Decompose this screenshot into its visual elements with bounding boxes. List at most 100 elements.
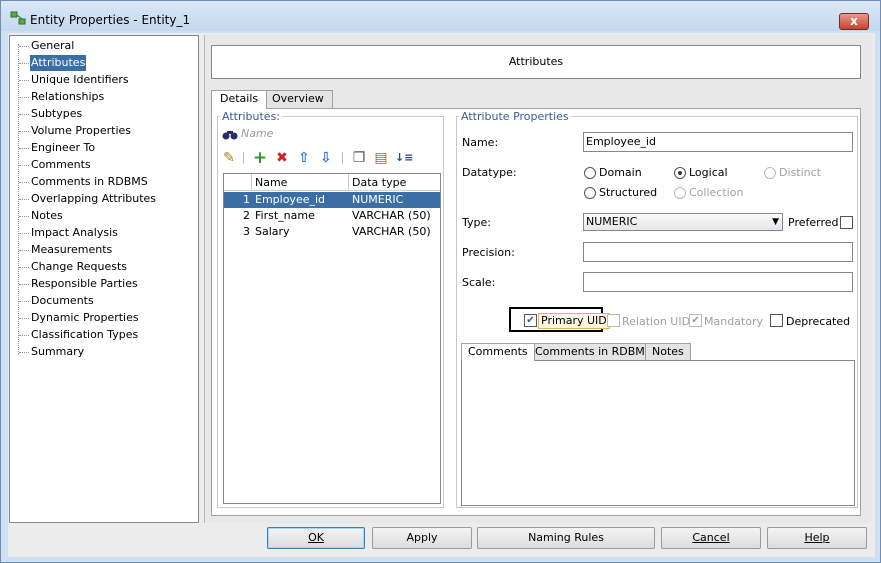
radio-distinct[interactable] [764, 167, 776, 179]
close-button[interactable]: x [839, 13, 869, 30]
nav-item-impact-analysis[interactable]: Impact Analysis [30, 225, 119, 241]
copy-icon[interactable]: ❐ [351, 150, 367, 166]
precision-label: Precision: [462, 246, 515, 259]
column-header-number [224, 174, 252, 191]
nav-item-summary[interactable]: Summary [30, 344, 85, 360]
table-cell-num: 3 [243, 225, 250, 238]
nav-item-documents[interactable]: Documents [30, 293, 95, 309]
table-row[interactable]: 3 Salary VARCHAR (50) [224, 224, 440, 240]
sort-icon[interactable]: ↓≡ [395, 150, 413, 166]
preferred-checkbox[interactable] [840, 216, 853, 229]
nav-item-overlapping-attributes[interactable]: Overlapping Attributes [30, 191, 157, 207]
move-down-icon[interactable]: ⇩ [318, 150, 334, 166]
attributes-label: Attributes: [220, 110, 283, 123]
radio-domain-label: Domain [599, 166, 642, 179]
table-cell-name: First_name [255, 209, 315, 222]
delete-icon[interactable]: ✖ [274, 150, 290, 166]
radio-logical-label: Logical [689, 166, 728, 179]
nav-item-measurements[interactable]: Measurements [30, 242, 113, 258]
scale-input[interactable] [583, 272, 853, 292]
radio-logical[interactable] [674, 167, 686, 179]
nav-item-subtypes[interactable]: Subtypes [30, 106, 83, 122]
tree-line [19, 131, 29, 132]
table-cell-num: 1 [243, 193, 250, 206]
radio-structured-label: Structured [599, 186, 658, 199]
subtab-notes[interactable]: Notes [645, 343, 691, 360]
tab-details[interactable]: Details [211, 90, 268, 109]
column-header-name[interactable]: Name [252, 174, 349, 191]
table-row[interactable]: 2 First_name VARCHAR (50) [224, 208, 440, 224]
tree-line [19, 199, 29, 200]
help-button[interactable]: Help [767, 527, 867, 549]
cancel-label: Cancel [692, 531, 730, 544]
relation-uid-checkbox[interactable] [607, 314, 620, 327]
datatype-label: Datatype: [462, 166, 517, 179]
tree-line [19, 250, 29, 251]
table-row[interactable]: 1 Employee_id NUMERIC [224, 192, 440, 208]
naming-rules-button[interactable]: Naming Rules [477, 527, 655, 549]
attribute-properties-group: Attribute Properties Name: Employee_id D… [456, 110, 858, 508]
table-header: Name Data type [224, 174, 440, 191]
entity-icon [10, 11, 26, 25]
table-cell-num: 2 [243, 209, 250, 222]
paste-icon[interactable]: ▤ [373, 150, 389, 166]
apply-label: Apply [406, 531, 438, 544]
relation-uid-label: Relation UID [622, 315, 691, 328]
nav-item-classification-types[interactable]: Classification Types [30, 327, 139, 343]
precision-input[interactable] [583, 242, 853, 262]
tree-line [19, 335, 29, 336]
toolbar-separator [342, 152, 343, 164]
main-panel: Attributes Details Overview Attributes: … [204, 35, 872, 523]
tree-line [19, 80, 29, 81]
tab-overview[interactable]: Overview [263, 90, 333, 108]
mandatory-checkbox[interactable]: ✔ [689, 314, 702, 327]
ok-label: OK [308, 531, 324, 544]
nav-item-general[interactable]: General [30, 38, 75, 54]
radio-structured[interactable] [584, 187, 596, 199]
radio-domain[interactable] [584, 167, 596, 179]
tree-line [19, 284, 29, 285]
nav-item-comments-in-rdbms[interactable]: Comments in RDBMS [30, 174, 149, 190]
navigation-tree: General Attributes Unique Identifiers Relat… [9, 35, 199, 523]
radio-collection[interactable] [674, 187, 686, 199]
dialog-window: Entity Properties - Entity_1 x General At… [0, 0, 881, 563]
page-title: Attributes [211, 45, 861, 79]
nav-item-responsible-parties[interactable]: Responsible Parties [30, 276, 139, 292]
attributes-table: Name Data type 1 Employee_id NUMERIC 2 First… [223, 173, 441, 504]
chevron-down-icon: ▼ [772, 217, 779, 227]
subtab-comments-in-rdbms[interactable]: Comments in RDBMS [528, 343, 659, 360]
nav-item-engineer-to[interactable]: Engineer To [30, 140, 96, 156]
mandatory-label: Mandatory [704, 315, 764, 328]
apply-button[interactable]: Apply [372, 527, 472, 549]
nav-item-change-requests[interactable]: Change Requests [30, 259, 128, 275]
type-label: Type: [462, 216, 491, 229]
nav-item-unique-identifiers[interactable]: Unique Identifiers [30, 72, 130, 88]
nav-item-attributes[interactable]: Attributes [30, 55, 87, 71]
tree-line [19, 233, 29, 234]
deprecated-checkbox[interactable] [770, 314, 783, 327]
nav-item-relationships[interactable]: Relationships [30, 89, 105, 105]
cancel-button[interactable]: Cancel [661, 527, 761, 549]
ok-button[interactable]: OK [267, 527, 365, 549]
tree-line [19, 301, 29, 302]
nav-item-dynamic-properties[interactable]: Dynamic Properties [30, 310, 140, 326]
primary-uid-checkbox[interactable]: ✔ [524, 314, 537, 327]
nav-item-volume-properties[interactable]: Volume Properties [30, 123, 132, 139]
comments-textarea[interactable] [461, 360, 855, 506]
rename-icon[interactable]: ✎ [221, 150, 237, 166]
subtab-comments[interactable]: Comments [461, 343, 535, 361]
tree-line [19, 114, 29, 115]
radio-collection-label: Collection [689, 186, 744, 199]
tree-line [19, 46, 29, 47]
add-icon[interactable]: + [252, 150, 268, 167]
type-select[interactable]: NUMERIC ▼ [583, 213, 783, 231]
nav-item-notes[interactable]: Notes [30, 208, 64, 224]
nav-item-comments[interactable]: Comments [30, 157, 92, 173]
toolbar-separator [243, 152, 244, 164]
column-header-datatype[interactable]: Data type [349, 174, 440, 191]
attribute-search-input[interactable]: Name [220, 126, 440, 143]
move-up-icon[interactable]: ⇧ [296, 150, 312, 166]
name-input[interactable]: Employee_id [583, 132, 853, 152]
primary-uid-label: Primary UID [538, 313, 610, 329]
attribute-properties-label: Attribute Properties [459, 110, 571, 123]
